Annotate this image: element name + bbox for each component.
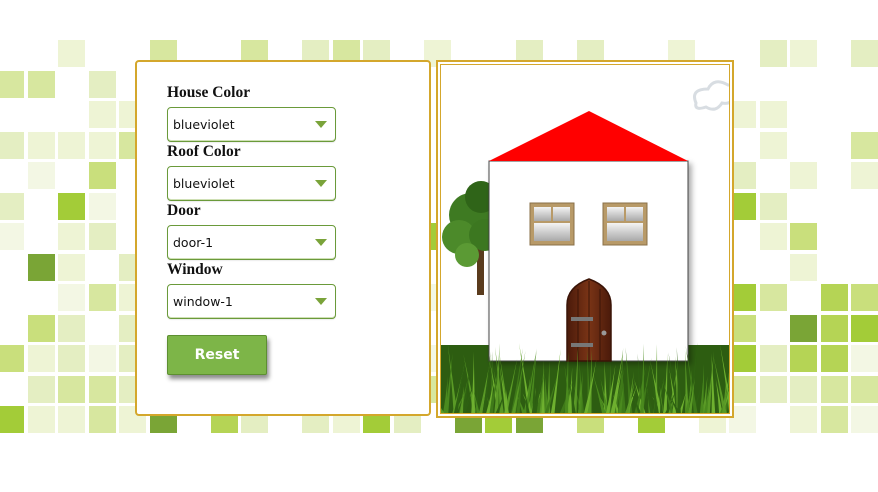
mosaic-tile bbox=[759, 40, 787, 67]
door bbox=[566, 278, 612, 362]
mosaic-tile bbox=[851, 284, 878, 311]
mosaic-tile bbox=[851, 345, 878, 372]
mosaic-tile bbox=[759, 131, 787, 159]
window-value: window-1 bbox=[173, 294, 233, 309]
mosaic-tile bbox=[851, 375, 878, 403]
reset-button[interactable]: Reset bbox=[167, 335, 267, 375]
mosaic-tile bbox=[58, 406, 85, 433]
mosaic-tile bbox=[759, 223, 787, 250]
mosaic-tile bbox=[88, 131, 116, 159]
mosaic-tile bbox=[851, 162, 878, 189]
mosaic-tile bbox=[58, 131, 85, 159]
mosaic-tile bbox=[790, 375, 817, 403]
mosaic-tile bbox=[790, 223, 817, 250]
mosaic-tile bbox=[27, 253, 55, 281]
chevron-down-icon bbox=[315, 239, 327, 246]
house-preview-frame bbox=[436, 60, 734, 418]
mosaic-tile bbox=[790, 345, 817, 372]
mosaic-tile bbox=[820, 345, 848, 372]
chevron-down-icon bbox=[315, 180, 327, 187]
door-value: door-1 bbox=[173, 235, 214, 250]
mosaic-tile bbox=[58, 345, 85, 372]
mosaic-tile bbox=[58, 375, 85, 403]
chevron-down-icon bbox=[315, 121, 327, 128]
door-label: Door bbox=[167, 202, 201, 219]
window-left bbox=[529, 202, 575, 246]
mosaic-tile bbox=[88, 406, 116, 433]
mosaic-tile bbox=[790, 253, 817, 281]
mosaic-tile bbox=[88, 70, 116, 98]
mosaic-tile bbox=[851, 406, 878, 433]
mosaic-tile bbox=[759, 375, 787, 403]
mosaic-tile bbox=[27, 131, 55, 159]
window-label: Window bbox=[167, 261, 223, 278]
mosaic-tile bbox=[88, 345, 116, 372]
mosaic-tile bbox=[88, 162, 116, 189]
mosaic-tile bbox=[58, 314, 85, 342]
roof-color-value: blueviolet bbox=[173, 176, 235, 191]
mosaic-tile bbox=[58, 223, 85, 250]
mosaic-tile bbox=[759, 192, 787, 220]
mosaic-tile bbox=[88, 284, 116, 311]
mosaic-tile bbox=[820, 314, 848, 342]
cloud-icon bbox=[693, 80, 729, 111]
control-panel: House Color blueviolet Roof Color bluevi… bbox=[135, 60, 431, 416]
mosaic-tile bbox=[0, 192, 24, 220]
mosaic-tile bbox=[27, 375, 55, 403]
mosaic-tile bbox=[790, 162, 817, 189]
mosaic-tile bbox=[0, 345, 24, 372]
house-color-select[interactable]: blueviolet bbox=[167, 107, 336, 142]
mosaic-tile bbox=[759, 284, 787, 311]
mosaic-tile bbox=[0, 131, 24, 159]
mosaic-tile bbox=[759, 345, 787, 372]
mosaic-tile bbox=[820, 406, 848, 433]
roof-color-label: Roof Color bbox=[167, 143, 241, 160]
mosaic-tile bbox=[0, 406, 24, 433]
mosaic-tile bbox=[790, 406, 817, 433]
mosaic-tile bbox=[88, 223, 116, 250]
mosaic-tile bbox=[88, 192, 116, 220]
house-color-label: House Color bbox=[167, 84, 251, 101]
mosaic-tile bbox=[58, 192, 85, 220]
mosaic-tile bbox=[27, 314, 55, 342]
house-color-value: blueviolet bbox=[173, 117, 235, 132]
window-right bbox=[602, 202, 648, 246]
mosaic-tile bbox=[790, 40, 817, 67]
mosaic-tile bbox=[88, 375, 116, 403]
mosaic-tile bbox=[58, 40, 85, 67]
mosaic-tile bbox=[58, 284, 85, 311]
mosaic-tile bbox=[27, 162, 55, 189]
mosaic-tile bbox=[851, 40, 878, 67]
door-select[interactable]: door-1 bbox=[167, 225, 336, 260]
mosaic-tile bbox=[759, 101, 787, 128]
mosaic-tile bbox=[0, 223, 24, 250]
mosaic-tile bbox=[27, 406, 55, 433]
house-scene bbox=[441, 80, 729, 413]
roof bbox=[489, 111, 688, 161]
mosaic-tile bbox=[851, 314, 878, 342]
window-select[interactable]: window-1 bbox=[167, 284, 336, 319]
mosaic-tile bbox=[790, 314, 817, 342]
mosaic-tile bbox=[58, 253, 85, 281]
house-preview bbox=[440, 64, 730, 414]
mosaic-tile bbox=[27, 70, 55, 98]
mosaic-tile bbox=[851, 131, 878, 159]
mosaic-tile bbox=[820, 284, 848, 311]
chevron-down-icon bbox=[315, 298, 327, 305]
mosaic-tile bbox=[820, 375, 848, 403]
roof-color-select[interactable]: blueviolet bbox=[167, 166, 336, 201]
house bbox=[488, 111, 689, 362]
mosaic-tile bbox=[0, 70, 24, 98]
mosaic-tile bbox=[27, 345, 55, 372]
mosaic-tile bbox=[88, 101, 116, 128]
